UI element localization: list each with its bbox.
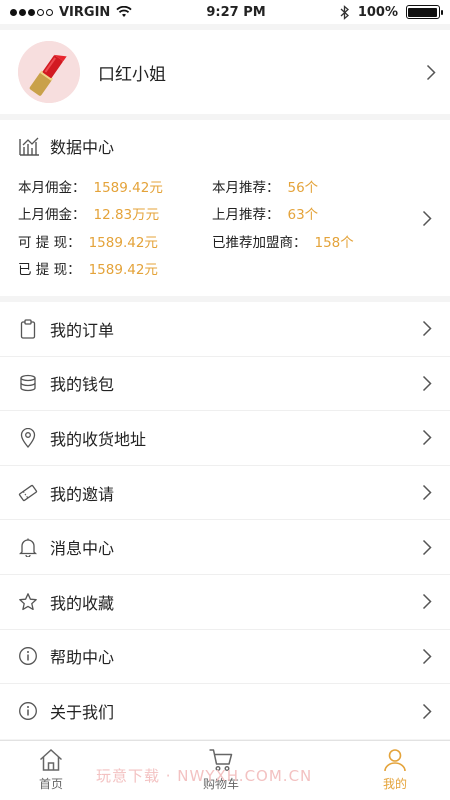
data-center-card[interactable]: 数据中心 本月佣金： 1589.42元 上月佣金： 12.83万元 可 提 现：… — [0, 120, 450, 296]
stat-label: 上月佣金： — [18, 207, 86, 223]
tab-label: 首页 — [38, 777, 63, 791]
location-icon — [18, 427, 38, 448]
wifi-icon — [116, 6, 132, 17]
menu-item-address[interactable]: 我的收货地址 — [0, 411, 450, 466]
data-center-header: 数据中心 — [18, 134, 114, 158]
bluetooth-icon — [340, 4, 349, 20]
stat-label: 上月推荐： — [212, 207, 280, 223]
user-icon — [384, 749, 406, 772]
stat-value: 1589.42元 — [88, 262, 158, 278]
tab-bar: 首页 购物车 我的 玩意下载 · NWYXH.COM.CN — [0, 740, 450, 800]
menu-label: 我的邀请 — [50, 484, 115, 504]
chevron-right-icon — [422, 539, 432, 555]
menu-item-orders[interactable]: 我的订单 — [0, 302, 450, 357]
carrier-label: VIRGIN — [59, 4, 111, 20]
stat-last-month-referrals: 上月推荐： 63个 — [212, 203, 318, 223]
chevron-right-icon — [422, 210, 432, 227]
stat-label: 本月推荐： — [212, 180, 280, 196]
home-icon — [39, 748, 63, 771]
menu-list: 我的订单 我的钱包 我的收货地址 我的邀请 消息中心 我的收藏 帮助中心 关于我… — [0, 302, 450, 739]
status-bar-right: 100% — [340, 4, 443, 20]
menu-item-invitations[interactable]: 我的邀请 — [0, 466, 450, 521]
stat-referred-franchisees: 已推荐加盟商： 158个 — [212, 231, 354, 251]
stat-label: 本月佣金： — [18, 180, 86, 196]
battery-percent: 100% — [357, 4, 398, 20]
bell-icon — [18, 537, 38, 558]
about-icon — [18, 701, 38, 721]
chevron-right-icon — [422, 485, 432, 501]
chevron-right-icon — [422, 430, 432, 446]
menu-label: 我的钱包 — [50, 375, 115, 395]
menu-item-favorites[interactable]: 我的收藏 — [0, 575, 450, 630]
chevron-right-icon — [422, 703, 432, 719]
stat-monthly-referrals: 本月推荐： 56个 — [212, 176, 318, 196]
tab-label: 我的 — [382, 777, 407, 791]
profile-name: 口红小姐 — [98, 64, 166, 85]
stat-value: 158个 — [314, 235, 354, 251]
lipstick-image — [18, 41, 80, 103]
menu-item-help[interactable]: 帮助中心 — [0, 630, 450, 685]
wallet-icon — [18, 373, 38, 393]
status-bar: VIRGIN 9:27 PM 100% — [0, 0, 450, 24]
watermark-text: 玩意下载 · NWYXH.COM.CN — [96, 767, 313, 785]
data-center-title: 数据中心 — [50, 138, 115, 157]
status-bar-left: VIRGIN — [10, 5, 132, 20]
menu-item-wallet[interactable]: 我的钱包 — [0, 357, 450, 412]
ticket-icon — [18, 483, 38, 503]
chart-icon — [19, 137, 39, 156]
stat-withdrawable: 可 提 现： 1589.42元 — [18, 231, 158, 251]
star-icon — [18, 592, 38, 612]
info-icon — [18, 646, 38, 666]
stat-withdrawn: 已 提 现： 1589.42元 — [18, 258, 158, 278]
clipboard-icon — [18, 319, 38, 339]
menu-label: 关于我们 — [50, 703, 115, 723]
menu-item-messages[interactable]: 消息中心 — [0, 520, 450, 575]
profile-row[interactable]: 口红小姐 — [0, 30, 450, 114]
battery-icon — [405, 5, 443, 19]
stat-value: 56个 — [287, 180, 319, 196]
menu-label: 帮助中心 — [50, 648, 115, 668]
signal-icon — [10, 8, 53, 16]
avatar[interactable] — [18, 41, 80, 103]
stat-monthly-commission: 本月佣金： 1589.42元 — [18, 176, 163, 196]
chevron-right-icon — [426, 64, 436, 80]
tab-mine[interactable]: 我的 — [382, 747, 408, 792]
chevron-right-icon — [422, 594, 432, 610]
stat-value: 1589.42元 — [88, 235, 158, 251]
menu-label: 我的订单 — [50, 320, 115, 340]
tab-home[interactable]: 首页 — [38, 747, 64, 792]
menu-label: 消息中心 — [50, 539, 115, 559]
stat-value: 63个 — [287, 207, 319, 223]
menu-label: 我的收货地址 — [50, 429, 147, 449]
menu-item-about[interactable]: 关于我们 — [0, 684, 450, 739]
stat-label: 已 提 现： — [18, 262, 81, 278]
stat-value: 12.83万元 — [93, 207, 160, 223]
battery-fill — [408, 7, 438, 17]
stat-label: 可 提 现： — [18, 235, 81, 251]
chevron-right-icon — [422, 375, 432, 391]
stat-label: 已推荐加盟商： — [212, 235, 307, 251]
clock: 9:27 PM — [206, 4, 266, 20]
chevron-right-icon — [422, 648, 432, 664]
menu-label: 我的收藏 — [50, 593, 115, 613]
chevron-right-icon — [422, 321, 432, 337]
stat-last-month-commission: 上月佣金： 12.83万元 — [18, 203, 159, 223]
stat-value: 1589.42元 — [93, 180, 163, 196]
